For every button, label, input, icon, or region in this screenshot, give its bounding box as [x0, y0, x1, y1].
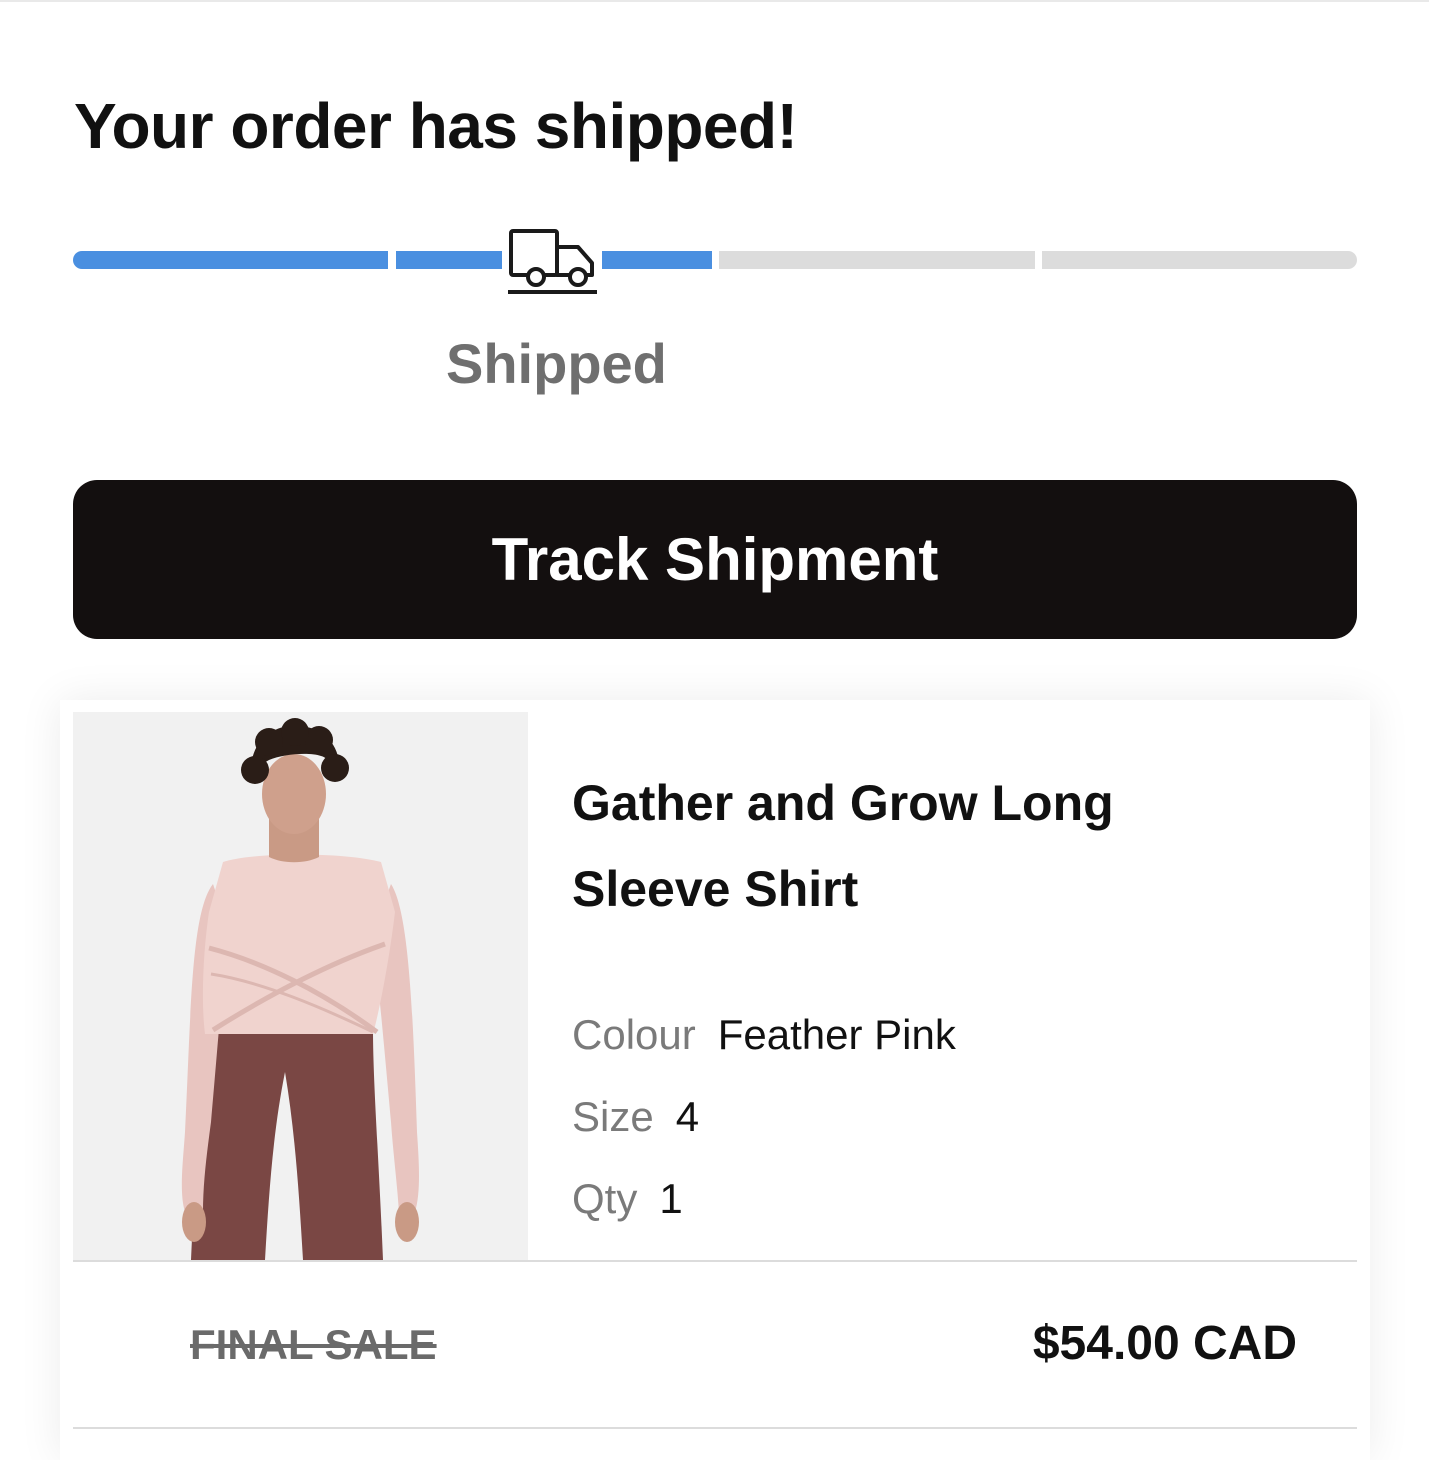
progress-segment-in-transit	[719, 251, 1035, 269]
track-shipment-button[interactable]: Track Shipment	[73, 480, 1357, 639]
truck-icon	[502, 222, 602, 298]
item-price: $54.00 CAD	[1032, 1317, 1297, 1370]
product-name[interactable]: Gather and Grow Long Sleeve Shirt	[572, 760, 1272, 932]
page-title: Your order has shipped!	[74, 90, 798, 162]
colour-value: Feather Pink	[717, 1011, 956, 1058]
size-value: 4	[675, 1093, 700, 1140]
colour-row: Colour Feather Pink	[572, 1010, 956, 1060]
product-image[interactable]	[73, 712, 528, 1260]
item-price-row: FINAL SALE $54.00 CAD	[73, 1260, 1357, 1429]
progress-segment-delivered	[1042, 251, 1357, 269]
qty-label: Qty	[572, 1175, 638, 1222]
top-divider	[0, 0, 1429, 2]
colour-label: Colour	[572, 1011, 696, 1058]
size-label: Size	[572, 1093, 654, 1140]
qty-row: Qty 1	[572, 1174, 683, 1224]
progress-segment-ordered	[73, 251, 388, 269]
size-row: Size 4	[572, 1092, 699, 1142]
qty-value: 1	[659, 1175, 683, 1222]
final-sale-tag: FINAL SALE	[190, 1321, 437, 1368]
order-item-card: Gather and Grow Long Sleeve Shirt Colour…	[73, 712, 1357, 1442]
shipment-progress-bar	[73, 251, 1357, 269]
current-step-label: Shipped	[446, 332, 667, 395]
